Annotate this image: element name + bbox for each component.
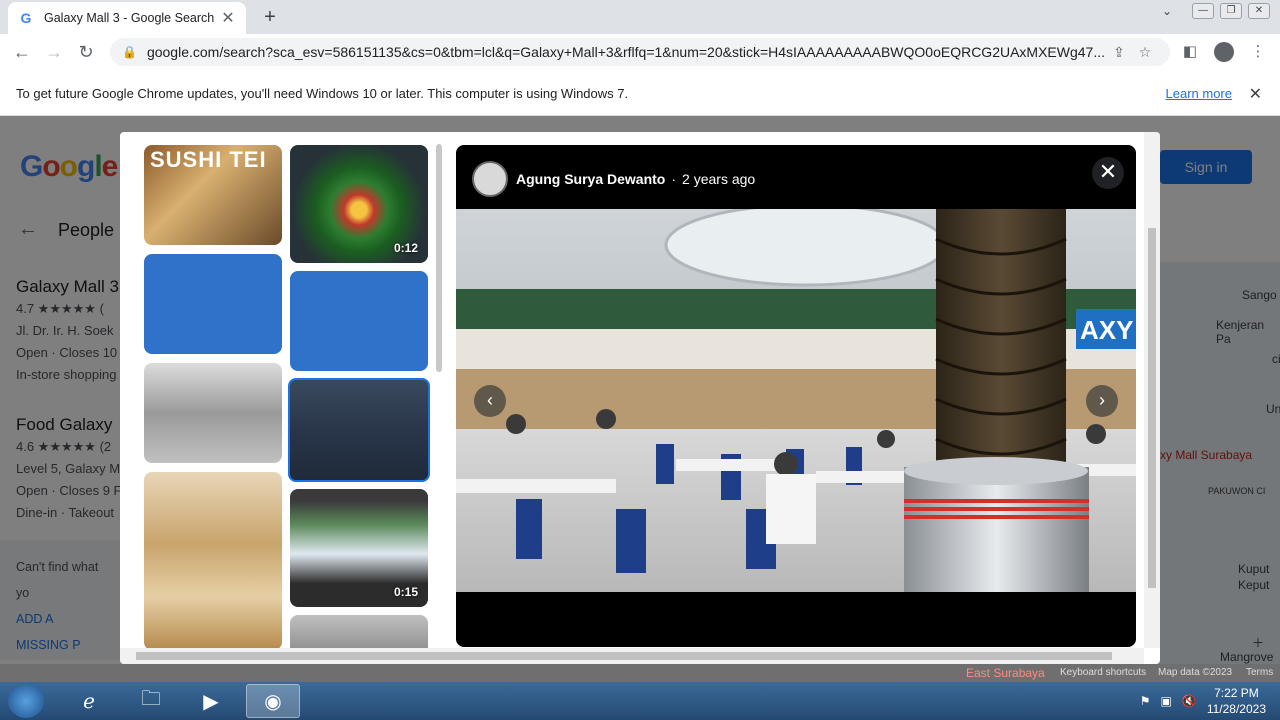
system-tray: ⚑ ▣ 🔇 7:22 PM 11/28/2023	[1140, 682, 1280, 720]
thumbnail[interactable]	[144, 472, 282, 650]
learn-more-link[interactable]: Learn more	[1166, 86, 1232, 101]
close-window-button[interactable]: ✕	[1248, 3, 1270, 19]
next-photo-chevron-icon[interactable]: ›	[1086, 385, 1118, 417]
page-footer-strip: East Surabaya Keyboard shortcuts Map dat…	[0, 664, 1280, 682]
video-thumbnail[interactable]: 0:12	[290, 145, 428, 263]
update-infobar: To get future Google Chrome updates, you…	[0, 72, 1280, 116]
clock-date: 11/28/2023	[1206, 702, 1266, 716]
thumbnail-scrollbar[interactable]	[436, 144, 442, 372]
new-tab-button[interactable]: +	[258, 6, 282, 30]
photo-author-header: Agung Surya Dewanto · 2 years ago	[472, 161, 755, 197]
address-bar[interactable]: 🔒 google.com/search?sca_esv=586151135&cs…	[110, 38, 1170, 66]
tab-galaxy-mall[interactable]: G Galaxy Mall 3 - Google Search ✕	[8, 2, 246, 34]
chrome-icon[interactable]: ◉	[246, 684, 300, 718]
scrollbar-thumb[interactable]	[136, 652, 1112, 660]
google-favicon-icon: G	[20, 10, 32, 26]
terms-link[interactable]: Terms	[1246, 667, 1273, 678]
keyboard-shortcuts-link[interactable]: Keyboard shortcuts	[1060, 667, 1146, 678]
clock-time: 7:22 PM	[1214, 686, 1259, 700]
browser-toolbar: ← → ↻ 🔒 google.com/search?sca_esv=586151…	[0, 34, 1280, 70]
thumbnail[interactable]: SUSHI TEI	[144, 145, 282, 245]
modal-vertical-scrollbar[interactable]	[1144, 132, 1160, 648]
restore-button[interactable]: ❐	[1220, 3, 1242, 19]
main-photo[interactable]: AXY	[456, 203, 1136, 592]
windows-taskbar: ℯ 🗀 ▶ ◉ ⚑ ▣ 🔇 7:22 PM 11/28/2023	[0, 682, 1280, 720]
separator-dot: ·	[671, 171, 677, 187]
food-court-photo: AXY	[456, 203, 1136, 592]
thumbnail-selected[interactable]	[288, 378, 430, 482]
photo-viewer-modal: SUSHI TEI 0:12 0:15 AXY Agung Surya Dewa…	[120, 132, 1160, 664]
thumbnail[interactable]	[144, 363, 282, 463]
start-button[interactable]	[8, 684, 44, 718]
menu-kebab-icon[interactable]: ⋮	[1244, 38, 1272, 66]
media-player-icon[interactable]: ▶	[184, 684, 238, 718]
forward-arrow-icon[interactable]: →	[38, 36, 70, 68]
photo-viewer: AXY Agung Surya Dewanto · 2 years ago ✕ …	[456, 145, 1136, 647]
video-duration: 0:15	[393, 585, 418, 599]
map-data-text: Map data ©2023	[1158, 667, 1233, 678]
tab-close-icon[interactable]: ✕	[220, 8, 236, 28]
video-thumbnail[interactable]: 0:15	[290, 489, 428, 607]
back-arrow-icon[interactable]: ←	[6, 36, 38, 68]
flag-icon[interactable]: ⚑	[1140, 694, 1151, 708]
url-text[interactable]: google.com/search?sca_esv=586151135&cs=0…	[147, 44, 1106, 60]
toolbar-right: ◧ ⋮	[1176, 38, 1272, 66]
modal-horizontal-scrollbar[interactable]	[120, 648, 1144, 664]
thumbnail-sign-text: SUSHI TEI	[150, 147, 267, 172]
author-avatar[interactable]	[472, 161, 508, 197]
network-icon[interactable]: ▣	[1161, 694, 1172, 708]
tab-title: Galaxy Mall 3 - Google Search	[44, 11, 215, 25]
clock[interactable]: 7:22 PM 11/28/2023	[1207, 685, 1266, 717]
mall-sign-text: AXY	[1080, 315, 1133, 345]
infobar-message: To get future Google Chrome updates, you…	[16, 86, 629, 101]
close-viewer-icon[interactable]: ✕	[1092, 157, 1124, 189]
infobar-close-icon[interactable]: ✕	[1249, 84, 1262, 104]
volume-muted-icon[interactable]: 🔇	[1182, 694, 1197, 708]
thumbnail-grid: SUSHI TEI 0:12 0:15	[144, 145, 434, 655]
photo-age: 2 years ago	[682, 171, 756, 187]
minimize-button[interactable]: —	[1192, 3, 1214, 19]
window-controls: ⌄ — ❐ ✕	[1162, 3, 1270, 19]
previous-photo-chevron-icon[interactable]: ‹	[474, 385, 506, 417]
scrollbar-thumb[interactable]	[1148, 228, 1156, 588]
thumbnail[interactable]	[290, 271, 428, 371]
reload-icon[interactable]: ↻	[70, 36, 102, 68]
video-duration: 0:12	[393, 241, 418, 255]
side-panel-icon[interactable]: ◧	[1176, 38, 1204, 66]
author-name[interactable]: Agung Surya Dewanto	[516, 171, 665, 187]
thumbnail[interactable]	[144, 254, 282, 354]
profile-avatar-icon[interactable]	[1214, 42, 1234, 62]
map-label: East Surabaya	[966, 666, 1045, 680]
lock-icon[interactable]: 🔒	[122, 45, 137, 59]
tab-strip: G Galaxy Mall 3 - Google Search ✕ + ⌄ — …	[0, 0, 1280, 34]
share-icon[interactable]: ⇪	[1106, 44, 1132, 61]
bookmark-star-icon[interactable]: ☆	[1132, 44, 1158, 61]
internet-explorer-icon[interactable]: ℯ	[62, 684, 116, 718]
file-explorer-icon[interactable]: 🗀	[124, 684, 178, 718]
tab-search-chevron-icon[interactable]: ⌄	[1162, 4, 1172, 18]
